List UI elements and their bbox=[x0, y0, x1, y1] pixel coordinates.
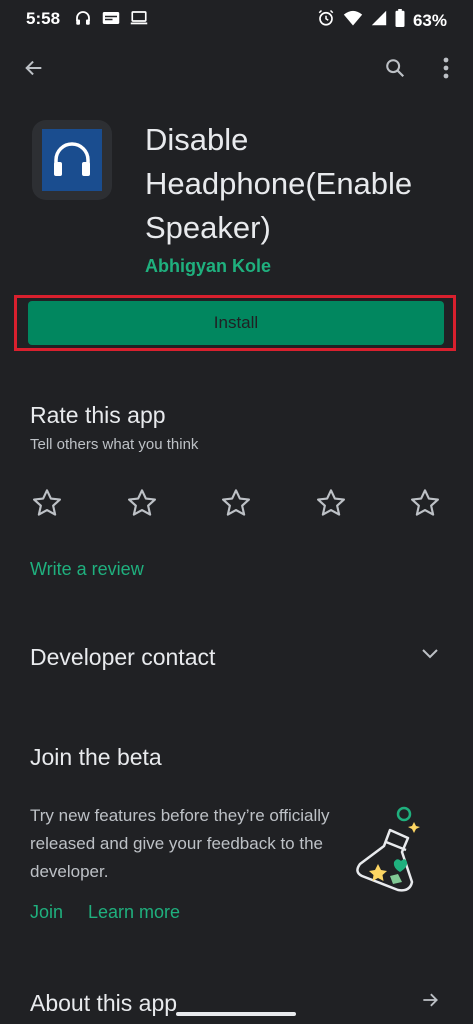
star-2-icon[interactable] bbox=[125, 486, 159, 520]
learn-more-link[interactable]: Learn more bbox=[88, 902, 180, 923]
beta-description: Try new features before they’re official… bbox=[30, 806, 330, 881]
star-3-icon[interactable] bbox=[219, 486, 253, 520]
chevron-down-icon bbox=[421, 647, 439, 665]
join-beta-link[interactable]: Join bbox=[30, 902, 63, 923]
star-1-icon[interactable] bbox=[30, 486, 64, 520]
signal-icon bbox=[371, 9, 387, 32]
gesture-navigation-bar[interactable] bbox=[176, 1012, 296, 1016]
star-rating bbox=[30, 486, 442, 520]
developer-contact-expand[interactable] bbox=[418, 644, 442, 668]
developer-contact-title[interactable]: Developer contact bbox=[30, 644, 215, 671]
status-bar: 5:58 63% bbox=[0, 0, 473, 40]
headphones-status-icon bbox=[74, 9, 92, 32]
status-time: 5:58 bbox=[26, 9, 61, 28]
arrow-forward-icon bbox=[420, 990, 440, 1015]
cast-status-icon bbox=[130, 10, 148, 31]
arrow-back-icon bbox=[23, 57, 45, 84]
alarm-icon bbox=[317, 9, 335, 32]
more-vert-icon bbox=[443, 57, 449, 84]
back-button[interactable] bbox=[20, 56, 48, 84]
search-button[interactable] bbox=[381, 56, 409, 84]
wifi-icon bbox=[343, 9, 363, 32]
rate-subtitle: Tell others what you think bbox=[30, 436, 199, 453]
star-4-icon[interactable] bbox=[314, 486, 348, 520]
headphones-icon bbox=[50, 138, 94, 183]
developer-link[interactable]: Abhigyan Kole bbox=[145, 256, 271, 277]
beta-flask-illustration bbox=[350, 800, 430, 900]
more-options-button[interactable] bbox=[434, 56, 458, 84]
status-notification-icons bbox=[74, 9, 148, 32]
app-title: Disable Headphone(Enable Speaker) bbox=[145, 122, 413, 245]
install-button[interactable]: Install bbox=[28, 301, 444, 345]
news-status-icon bbox=[102, 10, 120, 31]
write-review-link[interactable]: Write a review bbox=[30, 559, 144, 580]
app-icon bbox=[32, 120, 112, 200]
star-5-icon[interactable] bbox=[408, 486, 442, 520]
status-system-icons: 63% bbox=[317, 9, 447, 32]
beta-title: Join the beta bbox=[30, 744, 162, 770]
app-icon-background bbox=[42, 129, 102, 191]
about-open[interactable] bbox=[418, 990, 442, 1014]
battery-icon bbox=[395, 9, 405, 32]
rate-title: Rate this app bbox=[30, 402, 166, 428]
search-icon bbox=[384, 57, 406, 84]
about-title[interactable]: About this app bbox=[30, 990, 177, 1017]
battery-percent: 63% bbox=[412, 10, 447, 30]
